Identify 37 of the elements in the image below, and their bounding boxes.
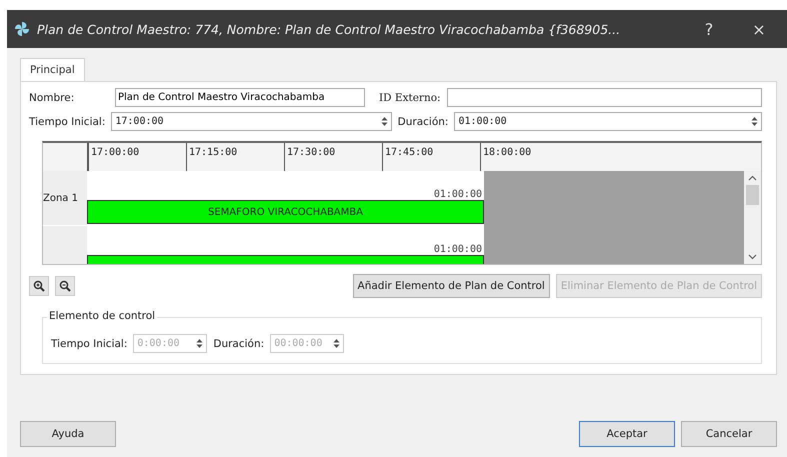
- time-tick: 17:00:00: [88, 143, 186, 171]
- scrollbar[interactable]: [744, 171, 761, 264]
- swirl-icon: [13, 20, 31, 38]
- close-button[interactable]: ×: [737, 18, 781, 40]
- field-label: ID Externo:: [379, 92, 441, 104]
- field-label: Duración:: [213, 338, 264, 350]
- time-tick: 17:30:00: [284, 143, 382, 171]
- duration-label: 01:00:00: [434, 189, 482, 200]
- spin-arrows-icon[interactable]: [380, 116, 388, 127]
- spin-arrows-icon[interactable]: [333, 338, 340, 349]
- name-field[interactable]: Plan de Control Maestro Viracochabamba: [115, 88, 365, 107]
- dialog-button[interactable]: Cancelar: [681, 421, 777, 447]
- field-label: Nombre:: [29, 92, 76, 104]
- scroll-down-icon[interactable]: [748, 254, 757, 260]
- tab[interactable]: Principal: [20, 58, 85, 81]
- help-button[interactable]: ?: [687, 18, 731, 40]
- duration-label: 01:00:00: [434, 244, 482, 255]
- spin-arrows-icon[interactable]: [751, 116, 758, 127]
- zone-label: Zona 1: [43, 192, 78, 204]
- action-button[interactable]: Añadir Elemento de Plan de Control: [352, 274, 550, 298]
- dialog-button[interactable]: Aceptar: [579, 421, 675, 447]
- dialog-button[interactable]: Ayuda: [20, 421, 116, 447]
- group-title: Elemento de control: [47, 310, 158, 322]
- timeline-bar[interactable]: SEMAFORO VIRACOCHABAMBA: [87, 200, 484, 224]
- zoom-out-icon[interactable]: [55, 276, 75, 296]
- field-label: Duración:: [398, 116, 448, 128]
- scroll-up-icon[interactable]: [748, 175, 757, 181]
- duration-spinbox[interactable]: 01:00:00: [454, 112, 762, 131]
- scrollbar-thumb[interactable]: [746, 185, 759, 205]
- time-spinbox[interactable]: 17:00:00: [111, 112, 392, 131]
- time-tick: 17:45:00: [382, 143, 480, 171]
- zoom-in-icon[interactable]: [29, 276, 49, 296]
- field-label: Tiempo Inicial:: [29, 116, 106, 128]
- window-title: Plan de Control Maestro: 774, Nombre: Plan de Control Maestro Viracochabamba {f368905...: [37, 22, 622, 36]
- time-tick: 17:15:00: [186, 143, 284, 171]
- input-field[interactable]: [446, 88, 762, 107]
- field-label: Tiempo Inicial:: [51, 338, 128, 350]
